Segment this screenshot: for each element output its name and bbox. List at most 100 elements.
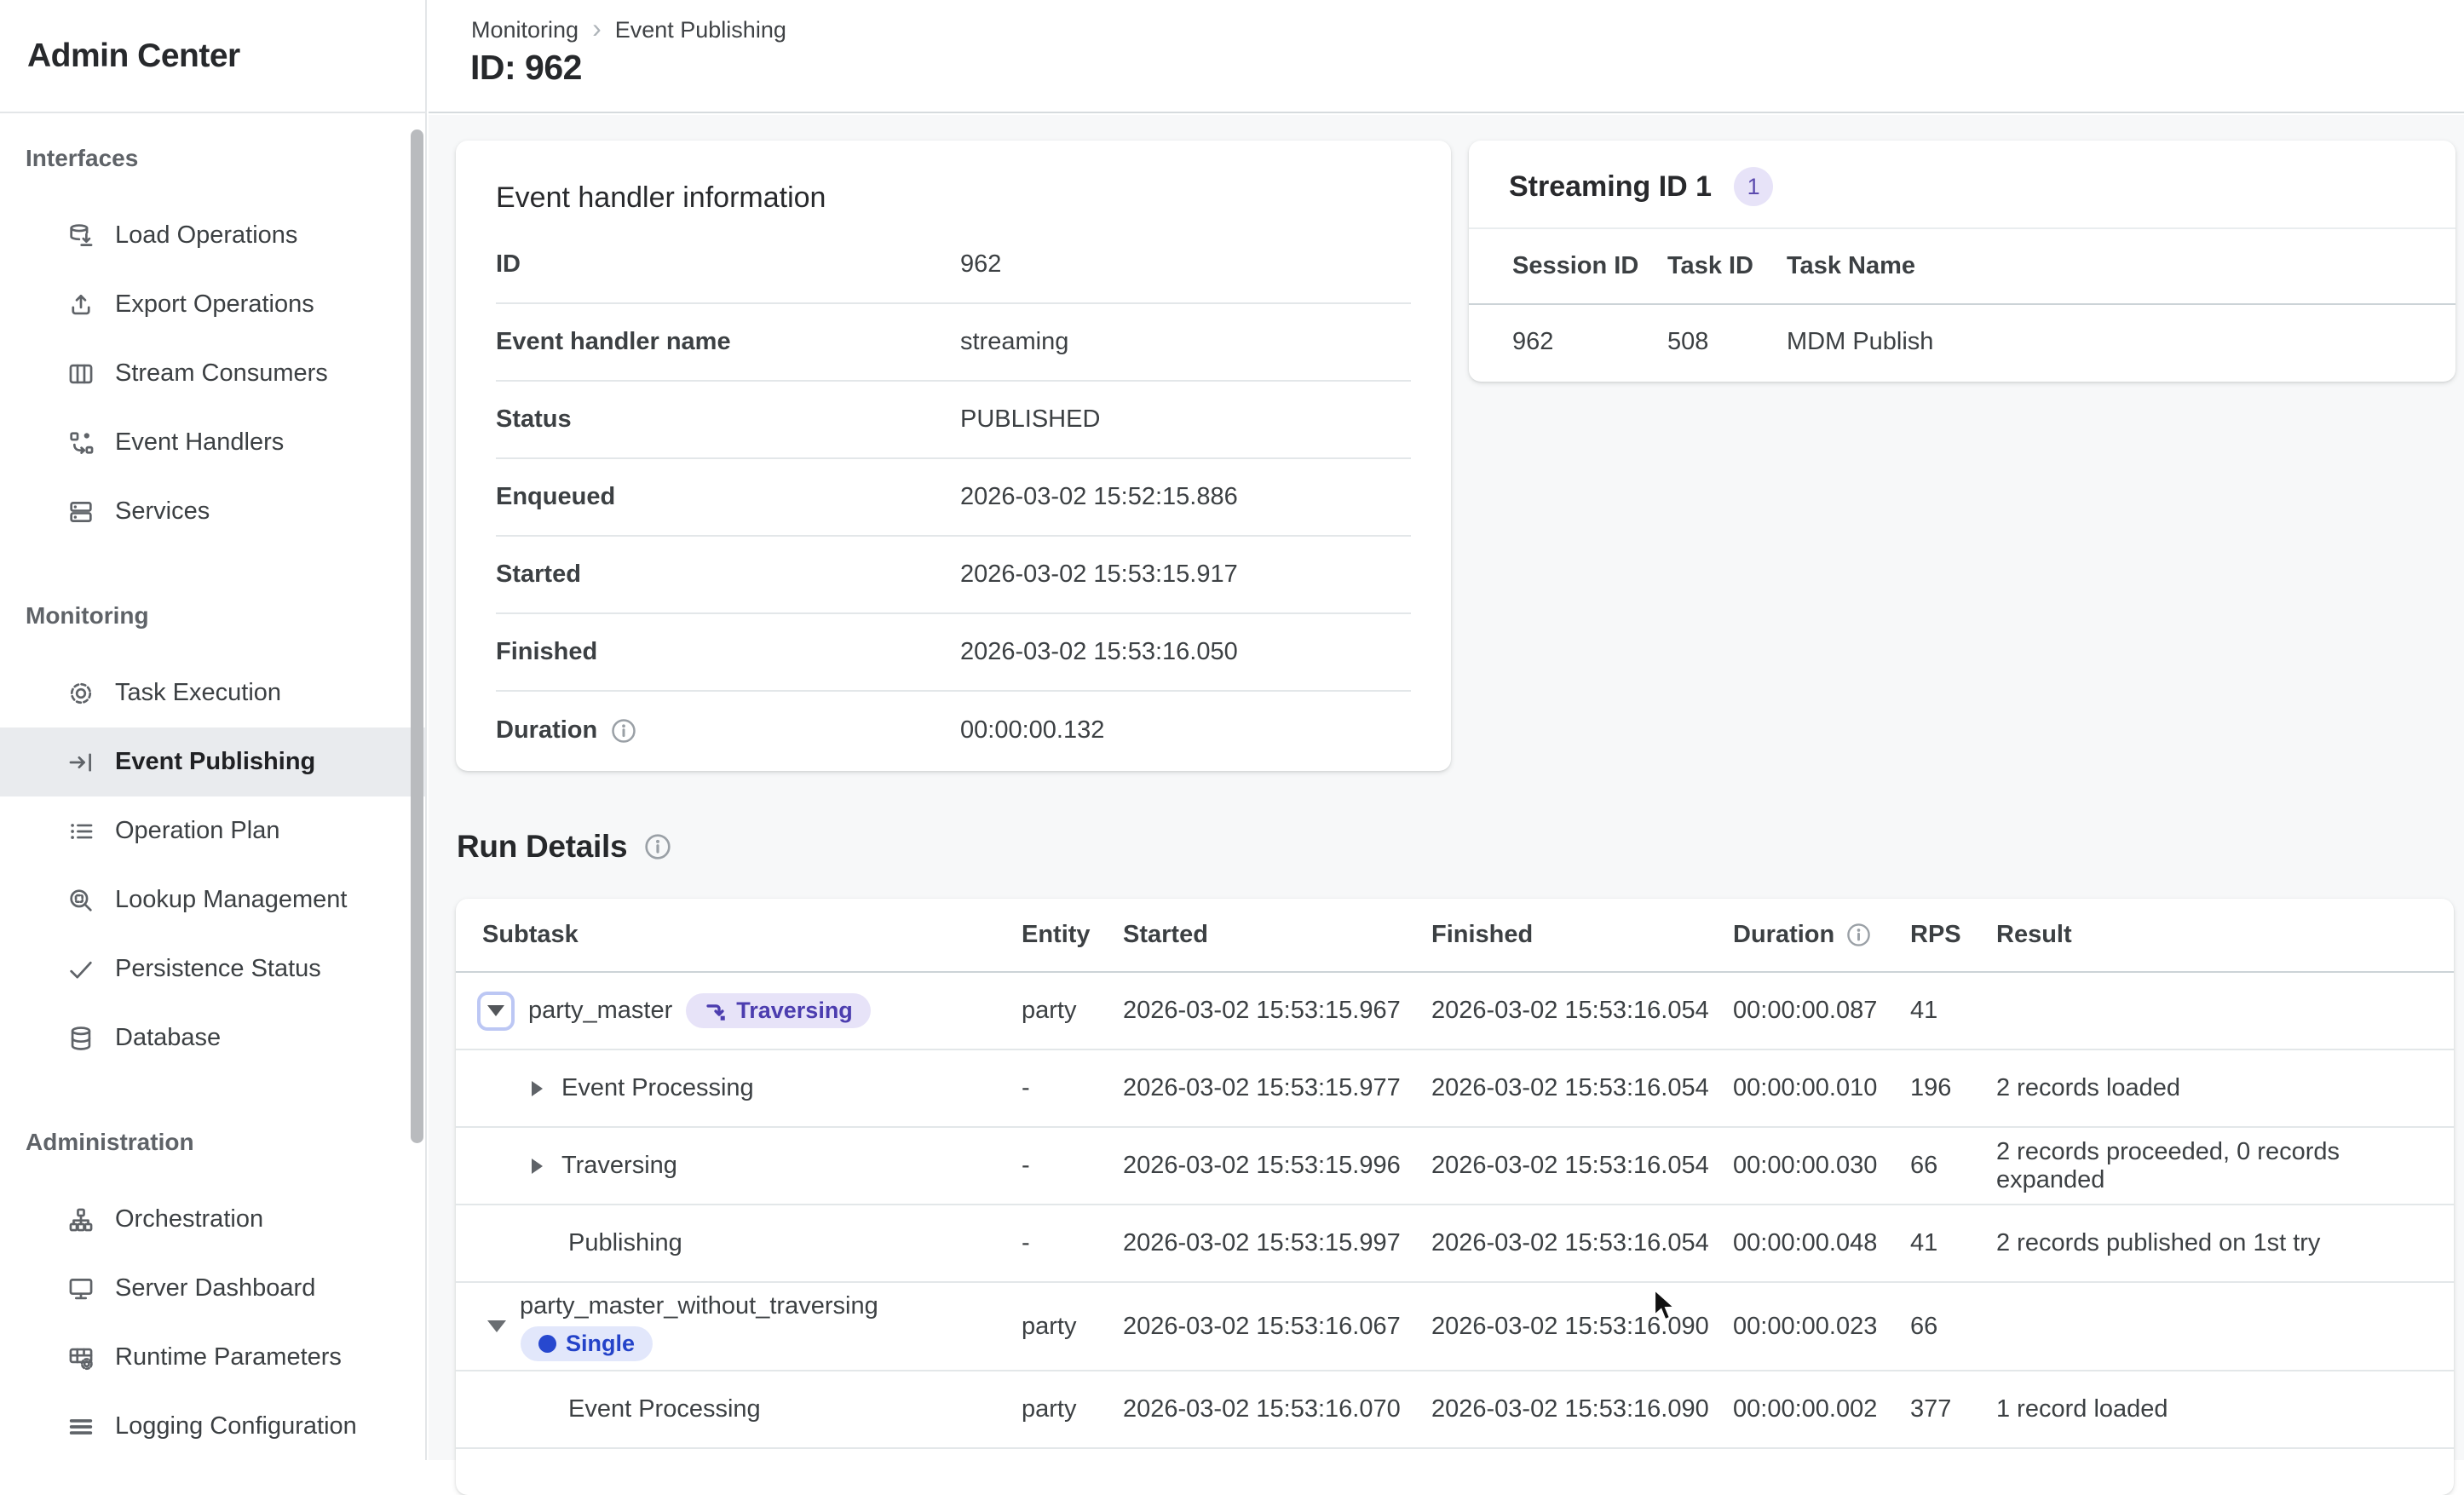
streaming-table-header: Session ID Task ID Task Name	[1469, 229, 2455, 305]
entity-cell: party	[1022, 1395, 1123, 1423]
info-row-name: Event handler name streaming	[496, 304, 1411, 382]
sidebar-item-label: Event Handlers	[115, 428, 284, 457]
info-label: Enqueued	[496, 483, 960, 511]
rps-cell: 377	[1910, 1395, 1996, 1423]
info-label: ID	[496, 250, 960, 279]
sidebar-item-lookup-management[interactable]: Lookup Management	[0, 865, 425, 934]
blue-dot-icon	[538, 1335, 556, 1353]
sidebar-item-logging-configuration[interactable]: Logging Configuration	[0, 1392, 425, 1461]
sidebar-item-runtime-parameters[interactable]: Runtime Parameters	[0, 1323, 425, 1392]
info-rows: ID 962 Event handler name streaming Stat…	[496, 227, 1411, 769]
session-id-value: 962	[1512, 328, 1667, 356]
column-header-started: Started	[1123, 921, 1431, 949]
rps-cell: 66	[1910, 1313, 1996, 1341]
result-cell: 2 records published on 1st try	[1996, 1229, 2454, 1257]
sidebar-item-event-handlers[interactable]: Event Handlers	[0, 408, 425, 477]
entity-cell: -	[1022, 1152, 1123, 1180]
finished-cell: 2026-03-02 15:53:16.054	[1431, 997, 1733, 1025]
event-handler-info-card: Event handler information ID 962 Event h…	[456, 141, 1451, 771]
entity-cell: -	[1022, 1074, 1123, 1102]
sidebar-item-label: Task Execution	[115, 679, 281, 707]
magnifier-scan-icon	[66, 886, 95, 915]
main-content: Event handler information ID 962 Event h…	[429, 115, 2464, 1460]
task-id-value: 508	[1667, 328, 1787, 356]
info-value: PUBLISHED	[960, 405, 1411, 434]
badge-label: Single	[566, 1331, 635, 1357]
started-cell: 2026-03-02 15:53:15.977	[1123, 1074, 1431, 1102]
subtask-name: Event Processing	[568, 1395, 761, 1423]
breadcrumb: Monitoring › Event Publishing	[471, 17, 786, 43]
subtask-name: party_master	[528, 997, 672, 1025]
sidebar-item-task-execution[interactable]: Task Execution	[0, 658, 425, 727]
table-row-party-master-without-traversing: party_master_without_traversing Single p…	[456, 1283, 2454, 1371]
subtask-cell: Traversing	[477, 1152, 1022, 1180]
count-badge: 1	[1734, 167, 1773, 206]
rps-cell: 41	[1910, 1229, 1996, 1257]
section-label-monitoring: Monitoring	[0, 599, 425, 633]
mouse-cursor	[1651, 1288, 1685, 1325]
card-title: Streaming ID 1	[1509, 170, 1712, 204]
info-value: 2026-03-02 15:53:15.917	[960, 561, 1411, 589]
info-row-started: Started 2026-03-02 15:53:15.917	[496, 537, 1411, 614]
subtask-cell: Publishing	[477, 1229, 1022, 1257]
info-icon[interactable]	[611, 718, 636, 744]
column-header-rps: RPS	[1910, 921, 1996, 949]
sidebar-item-server-dashboard[interactable]: Server Dashboard	[0, 1254, 425, 1323]
sidebar: Admin Center Interfaces Load Operations …	[0, 0, 427, 1460]
sidebar-item-database[interactable]: Database	[0, 1003, 425, 1072]
sidebar-scrollbar-thumb[interactable]	[411, 129, 423, 1143]
breadcrumb-item-event-publishing[interactable]: Event Publishing	[615, 17, 786, 43]
breadcrumb-item-monitoring[interactable]: Monitoring	[471, 17, 579, 43]
collapse-row-button[interactable]	[487, 1320, 506, 1332]
sidebar-item-label: Operation Plan	[115, 817, 279, 845]
card-title: Event handler information	[456, 141, 1451, 215]
table-row-party-master: party_master Traversing party 2026-03-02…	[456, 973, 2454, 1050]
sidebar-item-event-publishing[interactable]: Event Publishing	[0, 727, 425, 796]
finished-cell: 2026-03-02 15:53:16.054	[1431, 1229, 1733, 1257]
traversing-badge: Traversing	[686, 993, 871, 1028]
info-label: Duration	[496, 716, 960, 745]
arrow-to-bar-icon	[66, 748, 95, 777]
column-header-result: Result	[1996, 921, 2454, 949]
info-icon[interactable]	[644, 833, 671, 860]
info-value: 00:00:00.132	[960, 716, 1411, 745]
sidebar-item-label: Export Operations	[115, 290, 314, 319]
database-download-icon	[66, 221, 95, 250]
sidebar-item-persistence-status[interactable]: Persistence Status	[0, 934, 425, 1003]
subtask-stack: party_master_without_traversing Single	[520, 1292, 878, 1361]
column-header-entity: Entity	[1022, 921, 1123, 949]
entity-cell: party	[1022, 1313, 1123, 1341]
started-cell: 2026-03-02 15:53:15.997	[1123, 1229, 1431, 1257]
started-cell: 2026-03-02 15:53:15.967	[1123, 997, 1431, 1025]
info-row-enqueued: Enqueued 2026-03-02 15:52:15.886	[496, 459, 1411, 537]
info-row-duration: Duration 00:00:00.132	[496, 692, 1411, 769]
sidebar-item-label: Server Dashboard	[115, 1274, 315, 1302]
subtask-cell: Event Processing	[477, 1074, 1022, 1102]
duration-cell: 00:00:00.030	[1733, 1152, 1910, 1180]
sidebar-nav: Interfaces Load Operations Export Operat…	[0, 141, 425, 1461]
sidebar-item-operation-plan[interactable]: Operation Plan	[0, 796, 425, 865]
collapse-row-button[interactable]	[477, 992, 515, 1031]
sidebar-item-stream-consumers[interactable]: Stream Consumers	[0, 339, 425, 408]
info-icon[interactable]	[1846, 923, 1871, 947]
info-label-text: Duration	[496, 716, 597, 745]
triangle-down-icon	[487, 1005, 504, 1016]
sidebar-item-services[interactable]: Services	[0, 477, 425, 546]
expand-row-button[interactable]	[532, 1081, 543, 1096]
info-label: Finished	[496, 638, 960, 666]
info-value: 2026-03-02 15:53:16.050	[960, 638, 1411, 666]
hierarchy-icon	[66, 1205, 95, 1234]
sidebar-item-label: Lookup Management	[115, 886, 347, 914]
page-header: Monitoring › Event Publishing ID: 962	[429, 0, 2464, 113]
sidebar-item-label: Runtime Parameters	[115, 1343, 342, 1371]
started-cell: 2026-03-02 15:53:16.070	[1123, 1395, 1431, 1423]
sidebar-item-load-operations[interactable]: Load Operations	[0, 201, 425, 270]
sidebar-item-export-operations[interactable]: Export Operations	[0, 270, 425, 339]
streaming-card: Streaming ID 1 1 Session ID Task ID Task…	[1469, 141, 2455, 382]
expand-row-button[interactable]	[532, 1159, 543, 1174]
info-label: Status	[496, 405, 960, 434]
sidebar-item-label: Services	[115, 497, 210, 526]
sidebar-item-orchestration[interactable]: Orchestration	[0, 1185, 425, 1254]
column-header-text: Duration	[1733, 921, 1834, 949]
info-value: 962	[960, 250, 1411, 279]
